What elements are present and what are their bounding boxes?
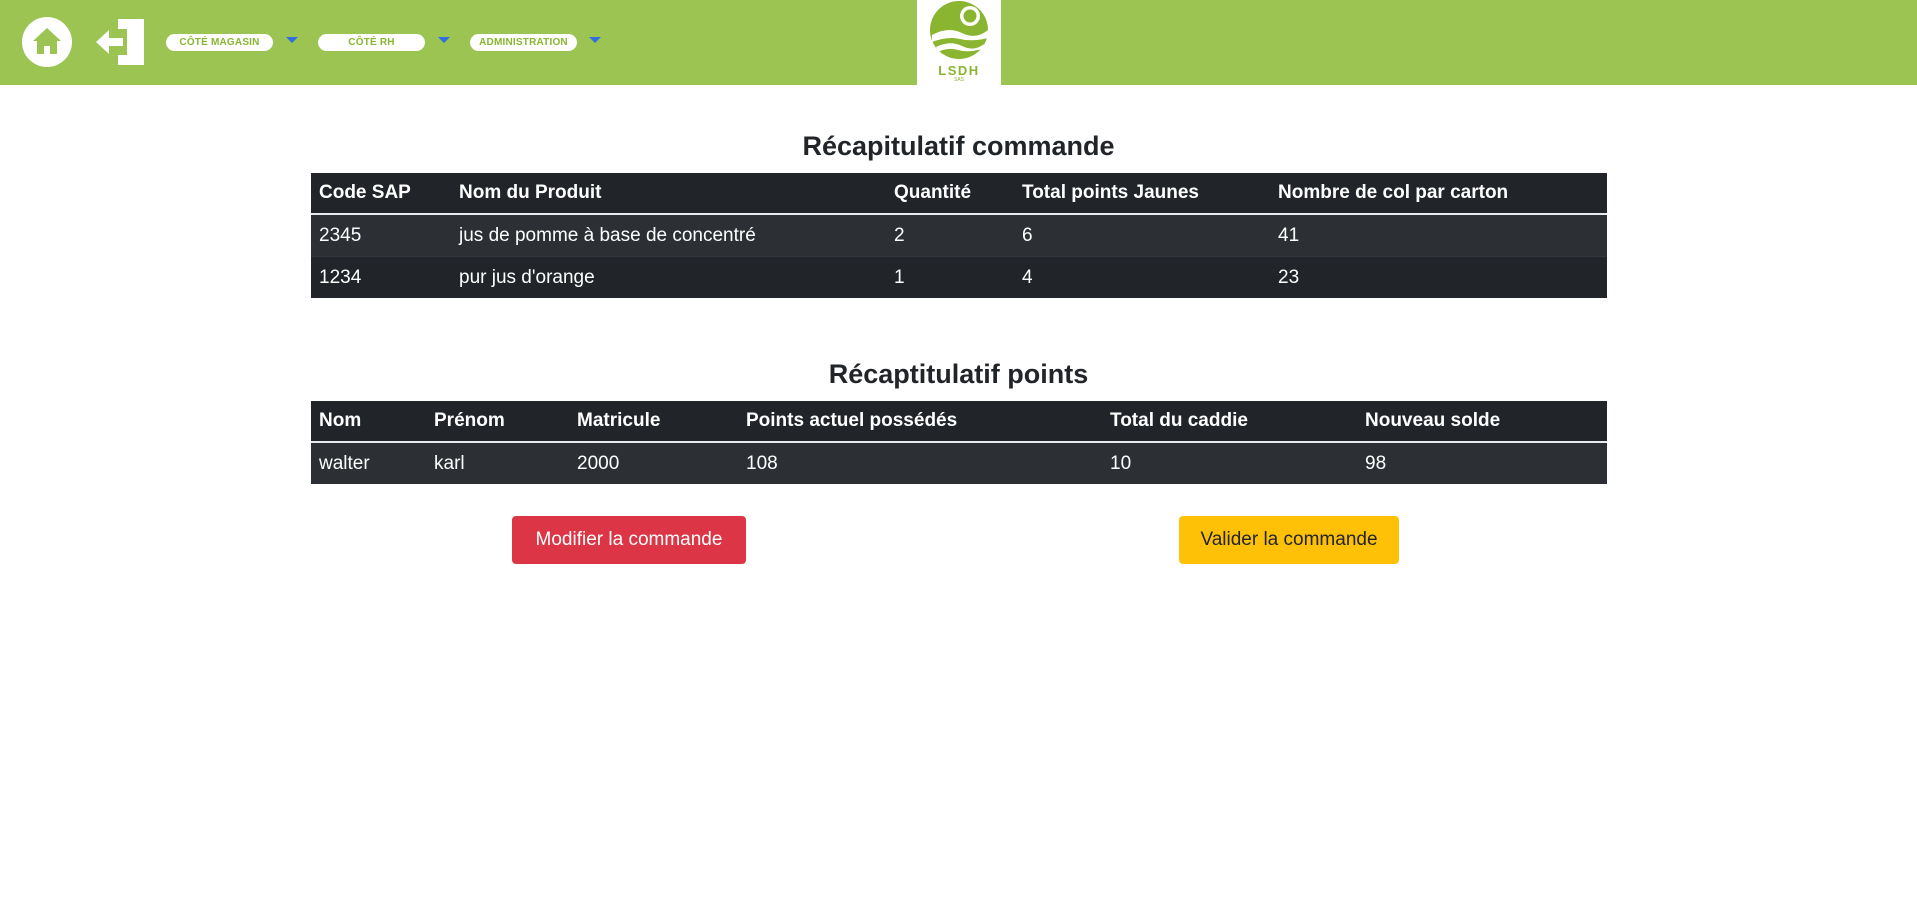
- logo-subtext: SAS: [953, 77, 964, 83]
- cell-per-carton: 41: [1270, 214, 1607, 257]
- caret-down-icon[interactable]: [286, 37, 298, 43]
- nav-menu-administration[interactable]: ADMINISTRATION: [470, 34, 577, 51]
- logo-emblem-icon: [930, 1, 988, 59]
- cell-last-name: walter: [311, 442, 426, 484]
- validate-order-button[interactable]: Valider la commande: [1179, 516, 1399, 564]
- cell-new-balance: 98: [1357, 442, 1607, 484]
- caret-down-icon[interactable]: [589, 37, 601, 43]
- column-header-first-name: Prénom: [426, 401, 569, 443]
- cell-first-name: karl: [426, 442, 569, 484]
- cell-employee-id: 2000: [569, 442, 738, 484]
- column-header-product-name: Nom du Produit: [451, 173, 886, 215]
- cell-product-name: pur jus d'orange: [451, 256, 886, 298]
- column-header-new-balance: Nouveau solde: [1357, 401, 1607, 443]
- order-summary-table: Code SAP Nom du Produit Quantité Total p…: [311, 173, 1607, 298]
- column-header-yellow-points: Total points Jaunes: [1014, 173, 1270, 215]
- table-header-row: Code SAP Nom du Produit Quantité Total p…: [311, 173, 1607, 215]
- table-header-row: Nom Prénom Matricule Points actuel possé…: [311, 401, 1607, 443]
- logo-text: LSDH: [938, 63, 980, 78]
- table-row: 2345 jus de pomme à base de concentré 2 …: [311, 214, 1607, 257]
- cell-code-sap: 2345: [311, 214, 451, 257]
- points-summary-table: Nom Prénom Matricule Points actuel possé…: [311, 401, 1607, 484]
- column-header-code-sap: Code SAP: [311, 173, 451, 215]
- nav-menu-cote-rh[interactable]: CÔTÉ RH: [318, 34, 425, 51]
- brand-logo[interactable]: LSDH SAS: [917, 0, 1001, 85]
- cell-quantity: 2: [886, 214, 1014, 257]
- cell-quantity: 1: [886, 256, 1014, 298]
- logout-icon[interactable]: [96, 17, 148, 67]
- home-icon[interactable]: [22, 17, 72, 67]
- column-header-cart-total: Total du caddie: [1102, 401, 1357, 443]
- points-summary-title: Récaptitulatif points: [828, 359, 1089, 389]
- cell-current-points: 108: [738, 442, 1102, 484]
- table-row: 1234 pur jus d'orange 1 4 23: [311, 256, 1607, 298]
- column-header-current-points: Points actuel possédés: [738, 401, 1102, 443]
- order-summary-title: Récapitulatif commande: [802, 131, 1115, 161]
- caret-down-icon[interactable]: [438, 37, 450, 43]
- nav-menu-cote-magasin[interactable]: CÔTÉ MAGASIN: [166, 34, 273, 51]
- modify-order-button[interactable]: Modifier la commande: [512, 516, 746, 564]
- cell-code-sap: 1234: [311, 256, 451, 298]
- cell-yellow-points: 4: [1014, 256, 1270, 298]
- column-header-last-name: Nom: [311, 401, 426, 443]
- cell-per-carton: 23: [1270, 256, 1607, 298]
- column-header-per-carton: Nombre de col par carton: [1270, 173, 1607, 215]
- cell-cart-total: 10: [1102, 442, 1357, 484]
- column-header-quantity: Quantité: [886, 173, 1014, 215]
- cell-product-name: jus de pomme à base de concentré: [451, 214, 886, 257]
- column-header-employee-id: Matricule: [569, 401, 738, 443]
- top-navbar: CÔTÉ MAGASIN CÔTÉ RH ADMINISTRATION LSDH…: [0, 0, 1917, 85]
- table-row: walter karl 2000 108 10 98: [311, 442, 1607, 484]
- cell-yellow-points: 6: [1014, 214, 1270, 257]
